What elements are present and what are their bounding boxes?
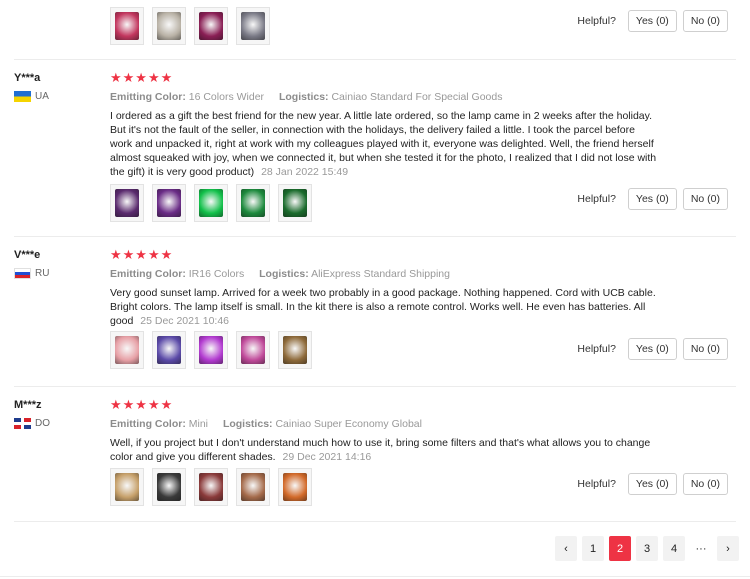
red-dot-photo[interactable] bbox=[194, 468, 228, 506]
vote-yes-button[interactable]: Yes (0) bbox=[627, 10, 677, 32]
reviewer-country: RU bbox=[14, 268, 49, 279]
star-rating: ★★★★★ bbox=[110, 247, 174, 262]
country-code: DO bbox=[35, 418, 50, 429]
emitting-color-value: IR16 Colors bbox=[188, 268, 245, 280]
chevron-right-icon[interactable]: › bbox=[717, 536, 739, 561]
dark-lamp-photo[interactable] bbox=[152, 468, 186, 506]
light-beams-photo[interactable] bbox=[152, 331, 186, 369]
green-circle-photo[interactable] bbox=[278, 184, 312, 222]
green-lamp-photo[interactable] bbox=[110, 184, 144, 222]
review-content: ★★★★★ Emitting Color: IR16 Colors Logist… bbox=[110, 248, 658, 328]
star-rating: ★★★★★ bbox=[110, 397, 174, 412]
country-code: UA bbox=[35, 91, 49, 102]
vote-no-button[interactable]: No (0) bbox=[682, 10, 728, 32]
reviewer-name: M***z bbox=[14, 399, 42, 411]
reviewer-info: Y***a UA bbox=[14, 72, 49, 102]
emitting-color-value: Mini bbox=[188, 418, 209, 430]
page-button-1[interactable]: 1 bbox=[582, 536, 604, 561]
section-divider bbox=[0, 576, 750, 577]
logistics-key: Logistics: bbox=[259, 268, 309, 280]
logistics-key: Logistics: bbox=[222, 418, 273, 430]
rainbow-lamp-photo[interactable] bbox=[110, 468, 144, 506]
logistics-value: Cainiao Super Economy Global bbox=[275, 418, 422, 430]
review-photos bbox=[110, 7, 278, 45]
reviews-page: Helpful? Yes (0) No (0) Y***a UA ★★★★★ E… bbox=[0, 0, 750, 579]
logistics-key: Logistics: bbox=[278, 91, 329, 103]
review-body: Well, if you project but I don't underst… bbox=[110, 437, 651, 463]
vote-yes-button[interactable]: Yes (0) bbox=[627, 473, 677, 495]
pink-lamp-photo[interactable] bbox=[236, 331, 270, 369]
page-button-4[interactable]: 4 bbox=[663, 536, 685, 561]
pastel-circle-photo[interactable] bbox=[110, 331, 144, 369]
helpful-label: Helpful? bbox=[577, 193, 616, 205]
warm-room-photo[interactable] bbox=[236, 468, 270, 506]
review-body: I ordered as a gift the best friend for … bbox=[110, 110, 657, 178]
vote-no-button[interactable]: No (0) bbox=[682, 473, 728, 495]
reviewer-info: V***e RU bbox=[14, 249, 49, 279]
review-divider bbox=[14, 386, 736, 387]
review-divider bbox=[14, 521, 736, 522]
helpful-label: Helpful? bbox=[577, 478, 616, 490]
emitting-color-key: Emitting Color: bbox=[110, 268, 186, 280]
reviewer-name: Y***a bbox=[14, 72, 41, 84]
reviewer-country: DO bbox=[14, 418, 50, 429]
helpful-label: Helpful? bbox=[577, 15, 616, 27]
ukraine-flag-icon bbox=[14, 91, 31, 102]
orange-glow-photo[interactable] bbox=[278, 468, 312, 506]
country-code: RU bbox=[35, 268, 50, 279]
review-photos bbox=[110, 184, 320, 222]
sunset-lamp-photo[interactable] bbox=[110, 7, 144, 45]
emitting-color-key: Emitting Color: bbox=[110, 418, 186, 430]
helpful-label: Helpful? bbox=[577, 343, 616, 355]
vote-yes-button[interactable]: Yes (0) bbox=[627, 188, 677, 210]
helpful-voting: Helpful? Yes (0) No (0) bbox=[577, 10, 728, 32]
helpful-voting: Helpful? Yes (0) No (0) bbox=[577, 188, 728, 210]
review-text: Well, if you project but I don't underst… bbox=[110, 436, 658, 464]
lamp-glow-photo[interactable] bbox=[194, 7, 228, 45]
reviewer-info: M***z DO bbox=[14, 399, 50, 429]
helpful-voting: Helpful? Yes (0) No (0) bbox=[577, 338, 728, 360]
review-date: 25 Dec 2021 10:46 bbox=[140, 315, 230, 327]
pagination-ellipsis: ··· bbox=[695, 542, 707, 555]
russia-flag-icon bbox=[14, 268, 31, 279]
review-text: I ordered as a gift the best friend for … bbox=[110, 109, 658, 179]
purple-wall-photo[interactable] bbox=[152, 184, 186, 222]
review-sku-info: Emitting Color: IR16 Colors Logistics: A… bbox=[110, 268, 658, 280]
review-divider bbox=[14, 236, 736, 237]
reviewer-name: V***e bbox=[14, 249, 41, 261]
emitting-color-value: 16 Colors Wider bbox=[188, 91, 265, 103]
logistics-value: Cainiao Standard For Special Goods bbox=[331, 91, 503, 103]
emitting-color-key: Emitting Color: bbox=[110, 91, 186, 103]
vote-no-button[interactable]: No (0) bbox=[682, 338, 728, 360]
review-date: 28 Jan 2022 15:49 bbox=[261, 166, 349, 178]
helpful-voting: Helpful? Yes (0) No (0) bbox=[577, 473, 728, 495]
remote-control-photo[interactable] bbox=[236, 7, 270, 45]
review-date: 29 Dec 2021 14:16 bbox=[282, 451, 372, 463]
review-sku-info: Emitting Color: 16 Colors Wider Logistic… bbox=[110, 91, 658, 103]
review-divider bbox=[14, 59, 736, 60]
review-content: ★★★★★ Emitting Color: Mini Logistics: Ca… bbox=[110, 398, 658, 464]
lamp-box-photo[interactable] bbox=[152, 7, 186, 45]
reviewer-country: UA bbox=[14, 91, 49, 102]
star-rating: ★★★★★ bbox=[110, 70, 174, 85]
chevron-left-icon[interactable]: ‹ bbox=[555, 536, 577, 561]
phone-lamp-photo[interactable] bbox=[236, 184, 270, 222]
review-photos bbox=[110, 468, 320, 506]
vote-no-button[interactable]: No (0) bbox=[682, 188, 728, 210]
green-glow-photo[interactable] bbox=[194, 184, 228, 222]
review-text: Very good sunset lamp. Arrived for a wee… bbox=[110, 286, 658, 328]
review-content: ★★★★★ Emitting Color: 16 Colors Wider Lo… bbox=[110, 71, 658, 179]
review-sku-info: Emitting Color: Mini Logistics: Cainiao … bbox=[110, 418, 658, 430]
vote-yes-button[interactable]: Yes (0) bbox=[627, 338, 677, 360]
magenta-glow-photo[interactable] bbox=[194, 331, 228, 369]
page-button-2-active[interactable]: 2 bbox=[609, 536, 631, 561]
dominican-republic-flag-icon bbox=[14, 418, 31, 429]
purple-box-photo[interactable] bbox=[278, 331, 312, 369]
logistics-value: AliExpress Standard Shipping bbox=[311, 268, 450, 280]
pagination: ‹ 1 2 3 4 ··· › bbox=[550, 536, 739, 561]
review-photos bbox=[110, 331, 320, 369]
page-button-3[interactable]: 3 bbox=[636, 536, 658, 561]
